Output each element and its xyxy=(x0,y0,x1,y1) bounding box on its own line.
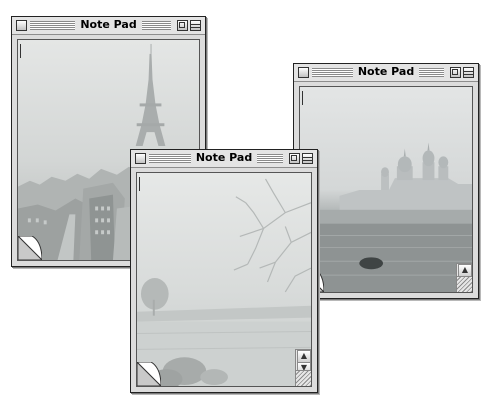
note-photo xyxy=(300,87,472,292)
window-titlebar[interactable]: Note Pad xyxy=(12,17,205,35)
window-title: Note Pad xyxy=(190,151,258,164)
zoom-box-icon[interactable] xyxy=(450,67,461,78)
text-cursor xyxy=(20,44,21,58)
window-titlebar[interactable]: Note Pad xyxy=(294,64,478,82)
note-content-area[interactable]: ▲ ▼ xyxy=(299,86,473,293)
notepad-window-3[interactable]: Note Pad ▲ xyxy=(293,63,479,299)
text-cursor xyxy=(302,91,303,105)
collapse-box-icon[interactable] xyxy=(302,153,313,164)
resize-grip-icon[interactable] xyxy=(456,276,472,292)
zoom-box-icon[interactable] xyxy=(177,20,188,31)
window-title: Note Pad xyxy=(75,18,142,31)
page-curl-icon[interactable] xyxy=(137,362,161,386)
zoom-box-icon[interactable] xyxy=(289,153,300,164)
vertical-scrollbar[interactable]: ▲ ▼ xyxy=(295,349,311,375)
note-content-area[interactable]: ▲ ▼ xyxy=(136,172,312,387)
text-cursor xyxy=(139,177,140,191)
window-title: Note Pad xyxy=(352,65,420,78)
notepad-window-2[interactable]: Note Pad ▲ ▼ xyxy=(130,149,318,393)
page-curl-icon[interactable] xyxy=(18,236,42,260)
vertical-scrollbar[interactable]: ▲ ▼ xyxy=(456,263,472,289)
collapse-box-icon[interactable] xyxy=(463,67,474,78)
resize-grip-icon[interactable] xyxy=(295,370,311,386)
collapse-box-icon[interactable] xyxy=(190,20,201,31)
note-photo xyxy=(137,173,311,386)
window-titlebar[interactable]: Note Pad xyxy=(131,150,317,168)
